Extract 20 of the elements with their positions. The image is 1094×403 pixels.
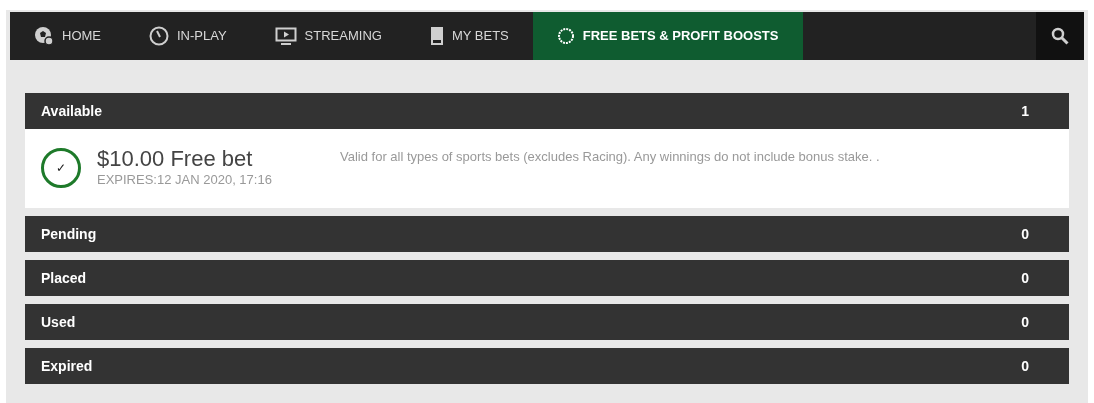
soccer-ball-icon [34,26,54,46]
section-header[interactable]: Available 1 [25,93,1069,129]
nav-tab[interactable]: MY BETS [405,12,533,60]
offer-terms: Valid for all types of sports bets (excludes Racing). Any winnings do not include bonus stake. . [340,148,880,166]
section-header[interactable]: Pending 0 [25,216,1069,252]
section-header[interactable]: Used 0 [25,304,1069,340]
nav-tab[interactable]: IN-PLAY [125,12,251,60]
section-header[interactable]: Expired 0 [25,348,1069,384]
nav-tab[interactable]: FREE BETS & PROFIT BOOSTS [532,12,803,60]
stopwatch-icon [149,26,169,46]
expiry-text: EXPIRES:12 JAN 2020, 17:16 [97,173,273,187]
nav-tab[interactable]: HOME [10,12,125,60]
tv-icon [274,26,297,46]
dotted-ring-icon [556,27,575,45]
nav-tab[interactable]: STREAMING [250,12,406,60]
offer-amount: $10.00 Free bet [97,145,254,173]
section-header[interactable]: Placed 0 [25,260,1069,296]
phone-icon [429,26,444,46]
search-button[interactable] [1036,12,1084,60]
search-icon [1051,27,1069,45]
